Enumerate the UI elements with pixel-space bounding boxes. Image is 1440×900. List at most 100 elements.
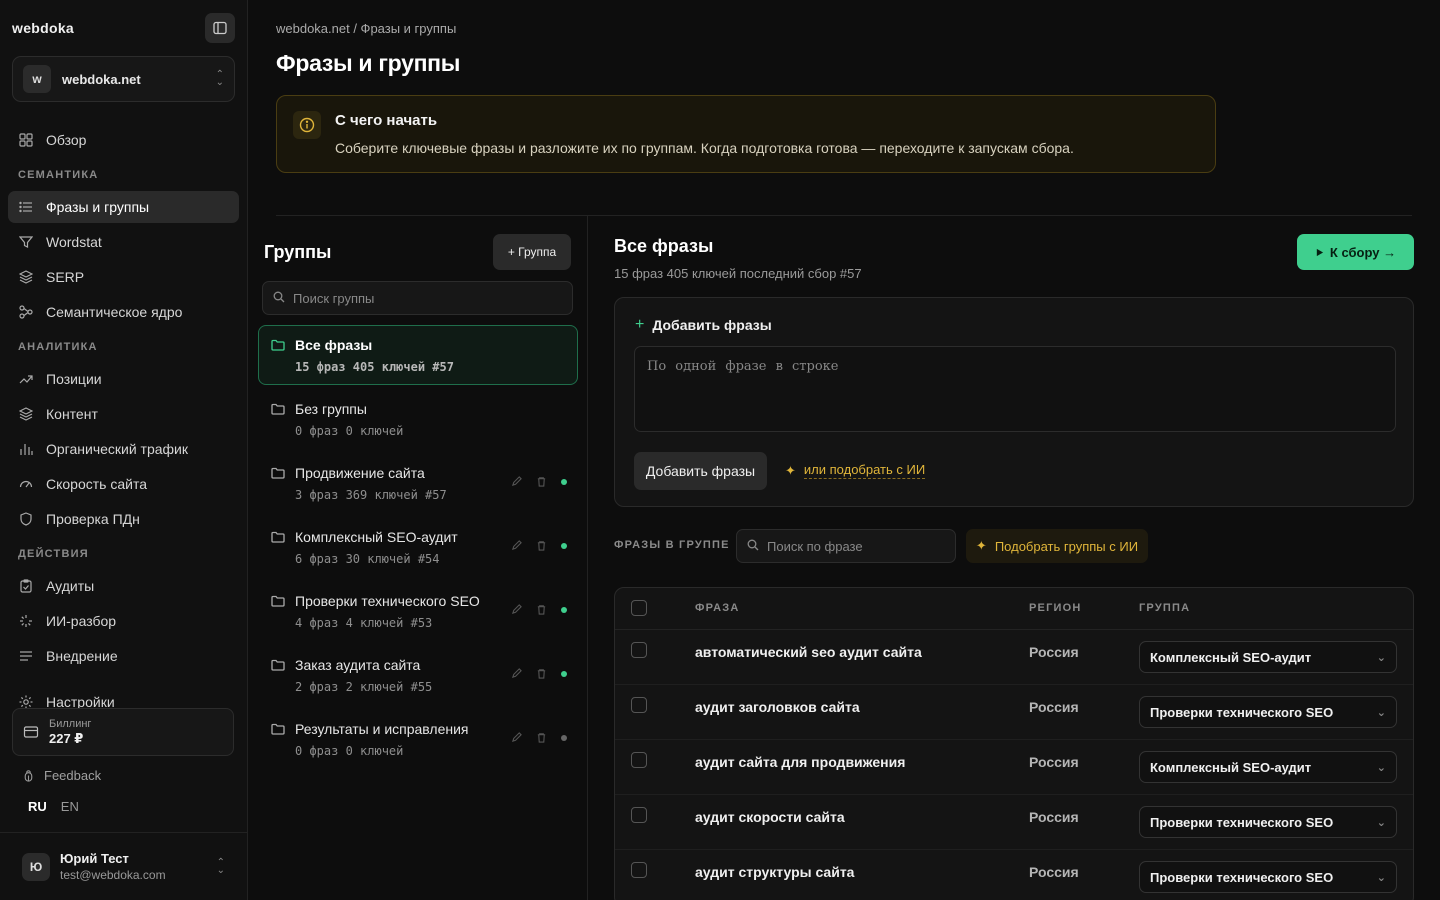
edit-icon[interactable] <box>511 666 522 682</box>
trash-icon[interactable] <box>536 538 547 554</box>
sidebar-item-ai[interactable]: ИИ-разбор <box>8 605 239 637</box>
phrase-cell: аудит заголовков сайта <box>695 699 860 715</box>
group-item[interactable]: Продвижение сайта 3 фраз 369 ключей #57 <box>258 453 578 513</box>
phrase-cell: аудит сайта для продвижения <box>695 754 906 770</box>
sidebar-item-overview[interactable]: Обзор <box>8 124 239 156</box>
sidebar-item-content[interactable]: Контент <box>8 398 239 430</box>
sparkle-icon <box>18 613 34 629</box>
nodes-icon <box>18 304 34 320</box>
phrases-textarea-placeholder: По одной фразе в строке <box>647 359 839 374</box>
phrase-search-input[interactable]: Поиск по фразе <box>736 529 956 563</box>
bug-icon <box>24 770 33 782</box>
add-phrases-card: + Добавить фразы По одной фразе в строке… <box>614 297 1414 507</box>
row-checkbox[interactable] <box>631 642 647 658</box>
group-item[interactable]: Результаты и исправления 0 фраз 0 ключей <box>258 709 578 769</box>
phrases-textarea[interactable]: По одной фразе в строке <box>634 346 1396 432</box>
region-cell: Россия <box>1029 644 1079 660</box>
banner-text: Соберите ключевые фразы и разложите их п… <box>335 140 1074 156</box>
group-select[interactable]: Проверки технического SEO ⌄ <box>1139 861 1397 893</box>
sidebar-item-traffic[interactable]: Органический трафик <box>8 433 239 465</box>
group-name: Все фразы <box>295 337 373 353</box>
trash-icon[interactable] <box>536 602 547 618</box>
sidebar-item-pdn[interactable]: Проверка ПДн <box>8 503 239 535</box>
edit-icon[interactable] <box>511 730 522 746</box>
select-all-checkbox[interactable] <box>631 600 647 616</box>
group-select[interactable]: Проверки технического SEO ⌄ <box>1139 696 1397 728</box>
site-switcher[interactable]: w webdoka.net ⌃ ⌄ <box>12 56 235 102</box>
group-select[interactable]: Проверки технического SEO ⌄ <box>1139 806 1397 838</box>
feedback-label: Feedback <box>44 768 102 783</box>
sidebar-item-label: Скорость сайта <box>46 476 147 492</box>
phrases-title: Все фразы <box>614 236 714 256</box>
group-select[interactable]: Комплексный SEO-аудит ⌄ <box>1139 751 1397 783</box>
table-row: аудит скорости сайта Россия Проверки тех… <box>615 795 1413 850</box>
billing-card[interactable]: Биллинг 227 ₽ <box>12 708 234 756</box>
sidebar-item-speed[interactable]: Скорость сайта <box>8 468 239 500</box>
group-meta: 0 фраз 0 ключей <box>295 424 404 438</box>
group-meta: 2 фраз 2 ключей #55 <box>295 680 433 694</box>
card-icon <box>23 726 39 738</box>
row-checkbox[interactable] <box>631 807 647 823</box>
sidebar-item-label: SERP <box>46 269 85 285</box>
trash-icon[interactable] <box>536 474 547 490</box>
folder-icon <box>271 658 285 675</box>
row-checkbox[interactable] <box>631 697 647 713</box>
sidebar-item-core[interactable]: Семантическое ядро <box>8 296 239 328</box>
lang-ru[interactable]: RU <box>28 799 47 814</box>
ai-suggest-link[interactable]: ✦ или подобрать с ИИ <box>785 462 926 479</box>
group-name: Заказ аудита сайта <box>295 657 421 673</box>
lang-en[interactable]: EN <box>61 799 79 814</box>
status-dot <box>561 543 567 549</box>
sidebar-item-audits[interactable]: Аудиты <box>8 570 239 602</box>
phrase-cell: автоматический seo аудит сайта <box>695 644 922 660</box>
add-group-button[interactable]: + Группа <box>493 234 571 270</box>
group-meta: 4 фраз 4 ключей #53 <box>295 616 433 630</box>
edit-icon[interactable] <box>511 474 522 490</box>
site-avatar: w <box>23 65 51 93</box>
group-item-ungrouped[interactable]: Без группы 0 фраз 0 ключей <box>258 389 578 449</box>
group-item-all[interactable]: Все фразы 15 фраз 405 ключей #57 <box>258 325 578 385</box>
trash-icon[interactable] <box>536 666 547 682</box>
search-icon <box>273 291 285 306</box>
edit-icon[interactable] <box>511 538 522 554</box>
chevron-updown-icon: ⌃ ⌄ <box>215 69 224 88</box>
run-collection-button[interactable]: К сбору → <box>1297 234 1414 270</box>
region-cell: Россия <box>1029 754 1079 770</box>
phrases-table: ФРАЗА РЕГИОН ГРУППА автоматический seo а… <box>614 587 1414 900</box>
group-meta: 15 фраз 405 ключей #57 <box>295 360 454 374</box>
add-phrases-button[interactable]: Добавить фразы <box>634 452 767 490</box>
sidebar-item-implementation[interactable]: Внедрение <box>8 640 239 672</box>
edit-icon[interactable] <box>511 602 522 618</box>
sidebar-item-label: Проверка ПДн <box>46 511 140 527</box>
row-checkbox[interactable] <box>631 752 647 768</box>
language-switcher: RU EN <box>28 799 79 814</box>
group-meta: 6 фраз 30 ключей #54 <box>295 552 440 566</box>
list-checks-icon <box>18 648 34 664</box>
group-name: Комплексный SEO-аудит <box>295 529 458 545</box>
chevron-down-icon: ⌄ <box>1376 761 1386 774</box>
sidebar-item-wordstat[interactable]: Wordstat <box>8 226 239 258</box>
sidebar-item-positions[interactable]: Позиции <box>8 363 239 395</box>
group-item[interactable]: Заказ аудита сайта 2 фраз 2 ключей #55 <box>258 645 578 705</box>
phrase-cell: аудит скорости сайта <box>695 809 845 825</box>
user-menu[interactable]: Ю Юрий Тест test@webdoka.com ⌃ ⌄ <box>0 832 247 900</box>
group-item[interactable]: Проверки технического SEO 4 фраз 4 ключе… <box>258 581 578 641</box>
panel-icon <box>213 21 227 35</box>
feedback-link[interactable]: Feedback <box>22 768 101 783</box>
group-search-input[interactable]: Поиск группы <box>262 281 573 315</box>
group-select[interactable]: Комплексный SEO-аудит ⌄ <box>1139 641 1397 673</box>
row-checkbox[interactable] <box>631 862 647 878</box>
banner-title: С чего начать <box>335 112 438 129</box>
sidebar-item-phrases[interactable]: Фразы и группы <box>8 191 239 223</box>
brand-logo[interactable]: webdoka <box>12 20 74 36</box>
sidebar-item-serp[interactable]: SERP <box>8 261 239 293</box>
phrases-in-group-label: ФРАЗЫ В ГРУППЕ <box>614 539 730 551</box>
folder-icon <box>271 530 285 547</box>
ai-groups-button[interactable]: ✦ Подобрать группы с ИИ <box>966 529 1148 563</box>
group-search-placeholder: Поиск группы <box>293 290 375 306</box>
play-icon <box>1316 248 1324 256</box>
trash-icon[interactable] <box>536 730 547 746</box>
column-header-phrase: ФРАЗА <box>695 602 740 614</box>
sidebar-toggle-button[interactable] <box>205 13 235 43</box>
group-item[interactable]: Комплексный SEO-аудит 6 фраз 30 ключей #… <box>258 517 578 577</box>
